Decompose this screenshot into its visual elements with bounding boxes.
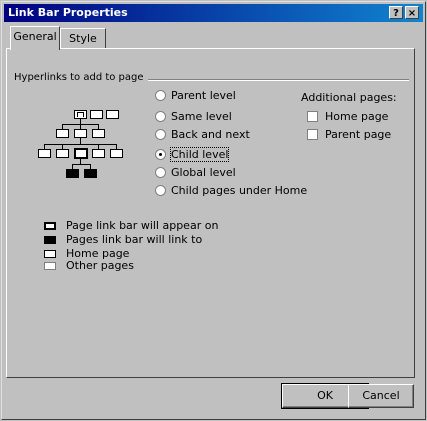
radio-same-level[interactable]: Same level <box>155 110 232 124</box>
radio-button-icon[interactable] <box>155 167 166 178</box>
linked-page-node-icon <box>84 169 97 178</box>
legend-label: Page link bar will appear on <box>66 219 219 232</box>
radio-back-and-next[interactable]: Back and next <box>155 128 250 142</box>
linked-page-node-icon <box>66 169 79 178</box>
radio-button-selected-icon[interactable] <box>155 149 166 160</box>
page-node-icon <box>92 149 105 158</box>
top-page-node-icon <box>106 110 119 119</box>
page-link-to-icon <box>44 236 56 244</box>
page-node-icon <box>56 149 69 158</box>
checkbox-icon[interactable] <box>307 129 318 140</box>
title-bar[interactable]: Link Bar Properties ? × <box>4 4 423 22</box>
radio-label: Child pages under Home <box>171 184 308 197</box>
group-label: Hyperlinks to add to page <box>14 72 148 83</box>
legend-label: Pages link bar will link to <box>66 233 203 246</box>
close-button[interactable]: × <box>405 6 419 19</box>
checkbox-label: Parent page <box>325 128 392 141</box>
radio-child-level[interactable]: Child level <box>155 147 230 162</box>
page-node-icon <box>38 149 51 158</box>
page-node-icon <box>56 129 69 138</box>
radio-label: Parent level <box>171 89 236 102</box>
radio-label: Same level <box>171 110 232 123</box>
radio-button-icon[interactable] <box>155 129 166 140</box>
home-node-icon <box>74 110 87 119</box>
other-page-icon <box>44 262 56 270</box>
help-button[interactable]: ? <box>389 6 403 19</box>
home-page-icon <box>44 250 56 258</box>
radio-label: Child level <box>169 147 230 162</box>
radio-button-icon[interactable] <box>155 90 166 101</box>
radio-button-icon[interactable] <box>155 185 166 196</box>
checkbox-label: Home page <box>325 110 389 123</box>
radio-parent-level[interactable]: Parent level <box>155 89 236 103</box>
checkbox-icon[interactable] <box>307 111 318 122</box>
page-node-icon <box>92 129 105 138</box>
page-node-icon <box>110 149 123 158</box>
window-title: Link Bar Properties <box>8 6 128 19</box>
page-node-icon <box>74 129 87 138</box>
legend-label: Other pages <box>66 259 134 272</box>
radio-global-level[interactable]: Global level <box>155 166 236 180</box>
radio-label: Back and next <box>171 128 250 141</box>
connector-line <box>72 164 90 165</box>
page-appear-icon <box>44 222 56 230</box>
additional-pages-heading: Additional pages: <box>301 91 397 104</box>
radio-child-pages-under-home[interactable]: Child pages under Home <box>155 184 307 198</box>
site-hierarchy-diagram <box>38 104 130 189</box>
checkbox-home-page[interactable]: Home page <box>307 110 388 124</box>
current-page-node-icon <box>74 148 88 159</box>
radio-button-icon[interactable] <box>155 111 166 122</box>
radio-label: Global level <box>171 166 236 179</box>
connector-line <box>44 144 116 145</box>
checkbox-parent-page[interactable]: Parent page <box>307 128 391 142</box>
cancel-button[interactable]: Cancel <box>348 384 414 408</box>
top-page-node-icon <box>90 110 103 119</box>
home-glyph-icon <box>77 112 84 117</box>
tab-style[interactable]: Style <box>60 28 106 48</box>
tab-general[interactable]: General <box>10 26 60 50</box>
